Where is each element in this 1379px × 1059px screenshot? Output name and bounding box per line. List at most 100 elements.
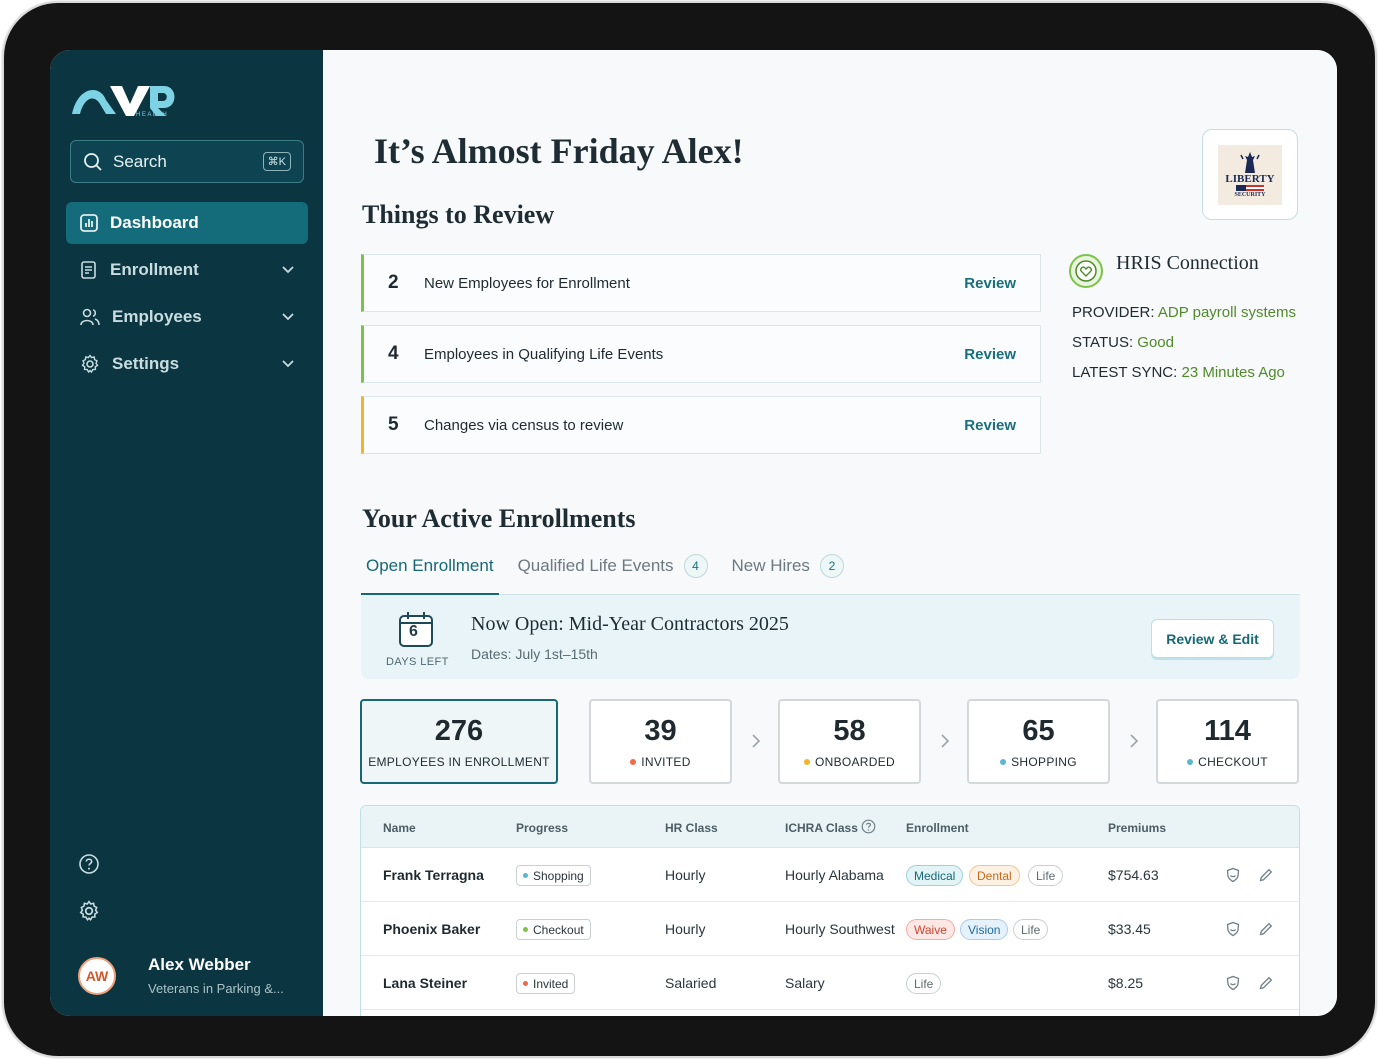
table-header: Name Progress HR Class ICHRA Class Enrol… — [361, 806, 1299, 848]
progress-label: Invited — [533, 976, 569, 991]
gear-icon — [81, 354, 99, 374]
tab-label: Qualified Life Events — [517, 556, 674, 575]
review-count: 2 — [388, 272, 399, 293]
avatar: AW — [78, 956, 116, 995]
brand-name: LIBERTY — [1225, 173, 1275, 185]
search-input[interactable]: Search ⌘K — [70, 140, 304, 183]
tab-label: New Hires — [731, 556, 810, 575]
column-header-progress[interactable]: Progress — [516, 821, 568, 835]
ichra-class: Salary — [785, 975, 825, 991]
status-dot — [803, 759, 810, 765]
column-header-enrollment[interactable]: Enrollment — [906, 821, 969, 835]
table-row[interactable]: Phoenix Baker Checkout Hourly Hourly Sou… — [361, 902, 1299, 956]
info-icon[interactable] — [861, 819, 876, 834]
hr-class: Hourly — [665, 867, 706, 883]
hris-sync: LATEST SYNC: 23 Minutes Ago — [1072, 364, 1285, 381]
section-title-enrollments: Your Active Enrollments — [362, 504, 636, 533]
days-left-label: DAYS LEFT — [386, 656, 449, 668]
enrollment-tabs: Open Enrollment Qualified Life Events 4 N… — [361, 550, 1300, 596]
heart-connection-icon — [1069, 254, 1103, 288]
stat-label: EMPLOYEES IN ENROLLMENT — [368, 755, 550, 769]
column-header-ichra-class[interactable]: ICHRA Class — [785, 821, 858, 835]
search-placeholder: Search — [113, 151, 167, 171]
status-dot — [523, 927, 528, 932]
enrollment-banner: 6 DAYS LEFT Now Open: Mid-Year Contracto… — [361, 595, 1300, 679]
employee-name: Lana Steiner — [383, 975, 468, 991]
review-link[interactable]: Review — [964, 417, 1016, 434]
sidebar-nav: Dashboard Enrollment Employees Settings — [66, 202, 308, 390]
stat-card-checkout[interactable]: 114 CHECKOUT — [1156, 699, 1299, 784]
stat-value: 276 — [434, 715, 484, 747]
review-item: 5 Changes via census to review Review — [361, 396, 1041, 454]
hris-status-label: STATUS: — [1072, 334, 1134, 351]
stat-card-invited[interactable]: 39 INVITED — [589, 699, 732, 784]
chart-icon — [80, 214, 98, 232]
edit-icon[interactable] — [1258, 921, 1274, 937]
status-dot — [523, 873, 528, 878]
review-count: 5 — [388, 414, 399, 435]
search-icon — [84, 152, 102, 171]
liberty-statue-icon — [1240, 152, 1260, 173]
hr-class: Hourly — [665, 921, 706, 937]
review-link[interactable]: Review — [964, 275, 1016, 292]
stat-card-employees[interactable]: 276 EMPLOYEES IN ENROLLMENT — [360, 699, 558, 784]
sidebar-item-label: Enrollment — [110, 260, 199, 279]
hris-provider-label: PROVIDER: — [1072, 304, 1155, 321]
sidebar-item-dashboard[interactable]: Dashboard — [66, 202, 308, 244]
hr-class: Salaried — [665, 975, 717, 991]
shield-icon[interactable] — [1225, 867, 1241, 883]
column-header-hr-class[interactable]: HR Class — [665, 821, 718, 835]
ichra-class: Hourly Southwest — [785, 921, 895, 937]
review-count: 4 — [388, 343, 399, 364]
review-edit-button[interactable]: Review & Edit — [1151, 619, 1274, 658]
tab-qualified-life-events[interactable]: Qualified Life Events 4 — [513, 550, 713, 596]
edit-icon[interactable] — [1258, 867, 1274, 883]
gear-icon[interactable] — [78, 900, 100, 922]
shield-icon[interactable] — [1225, 921, 1241, 937]
table-row[interactable]: Lana Steiner Invited Salaried Salary Lif… — [361, 956, 1299, 1010]
sidebar: HEALTH Search ⌘K Dashboard Enrollment Em… — [50, 50, 323, 1016]
table-row[interactable]: Frank Terragna Shopping Hourly Hourly Al… — [361, 848, 1299, 902]
column-header-premiums[interactable]: Premiums — [1108, 821, 1166, 835]
progress-badge: Invited — [516, 973, 576, 994]
company-logo: LIBERTY SECURITY — [1202, 129, 1298, 220]
column-header-name[interactable]: Name — [383, 821, 416, 835]
stat-card-onboarded[interactable]: 58 ONBOARDED — [778, 699, 921, 784]
logo-subtitle: HEALTH — [136, 112, 169, 118]
edit-icon[interactable] — [1258, 975, 1274, 991]
hris-status: STATUS: Good — [1072, 334, 1174, 351]
hris-title: HRIS Connection — [1116, 252, 1259, 274]
ichra-class: Hourly Alabama — [785, 867, 884, 883]
chevron-down-icon — [282, 360, 294, 368]
main-content: It’s Almost Friday Alex! LIBERTY SECURIT… — [323, 50, 1337, 1016]
sidebar-item-settings[interactable]: Settings — [66, 343, 308, 385]
enrollment-table: Name Progress HR Class ICHRA Class Enrol… — [360, 805, 1300, 1016]
premium-amount: $33.45 — [1108, 921, 1151, 937]
stat-value: 58 — [833, 715, 866, 747]
stat-label: INVITED — [641, 755, 691, 769]
tab-label: Open Enrollment — [366, 556, 494, 575]
hris-sync-value: 23 Minutes Ago — [1181, 364, 1285, 381]
tab-count-badge: 4 — [683, 554, 708, 578]
sidebar-item-employees[interactable]: Employees — [66, 296, 308, 338]
section-title-review: Things to Review — [362, 200, 555, 229]
progress-label: Checkout — [533, 922, 584, 937]
tab-open-enrollment[interactable]: Open Enrollment — [361, 550, 499, 596]
sidebar-item-label: Employees — [112, 307, 202, 326]
tablet-frame: HEALTH Search ⌘K Dashboard Enrollment Em… — [4, 3, 1375, 1056]
user-organization: Veterans in Parking &... — [148, 981, 284, 996]
page-title: It’s Almost Friday Alex! — [374, 131, 744, 171]
stat-card-shopping[interactable]: 65 SHOPPING — [967, 699, 1110, 784]
hris-sync-label: LATEST SYNC: — [1072, 364, 1178, 381]
shield-icon[interactable] — [1225, 975, 1241, 991]
review-item: 2 New Employees for Enrollment Review — [361, 254, 1041, 312]
stat-value: 39 — [644, 715, 677, 747]
help-icon[interactable] — [78, 853, 100, 875]
sidebar-item-label: Settings — [112, 354, 180, 373]
sidebar-item-enrollment[interactable]: Enrollment — [66, 249, 308, 291]
tab-new-hires[interactable]: New Hires 2 — [727, 550, 849, 596]
user-profile[interactable]: AW Alex Webber Veterans in Parking &... — [78, 955, 284, 996]
status-dot — [630, 759, 637, 765]
employee-name: Phoenix Baker — [383, 921, 481, 937]
review-link[interactable]: Review — [964, 346, 1016, 363]
